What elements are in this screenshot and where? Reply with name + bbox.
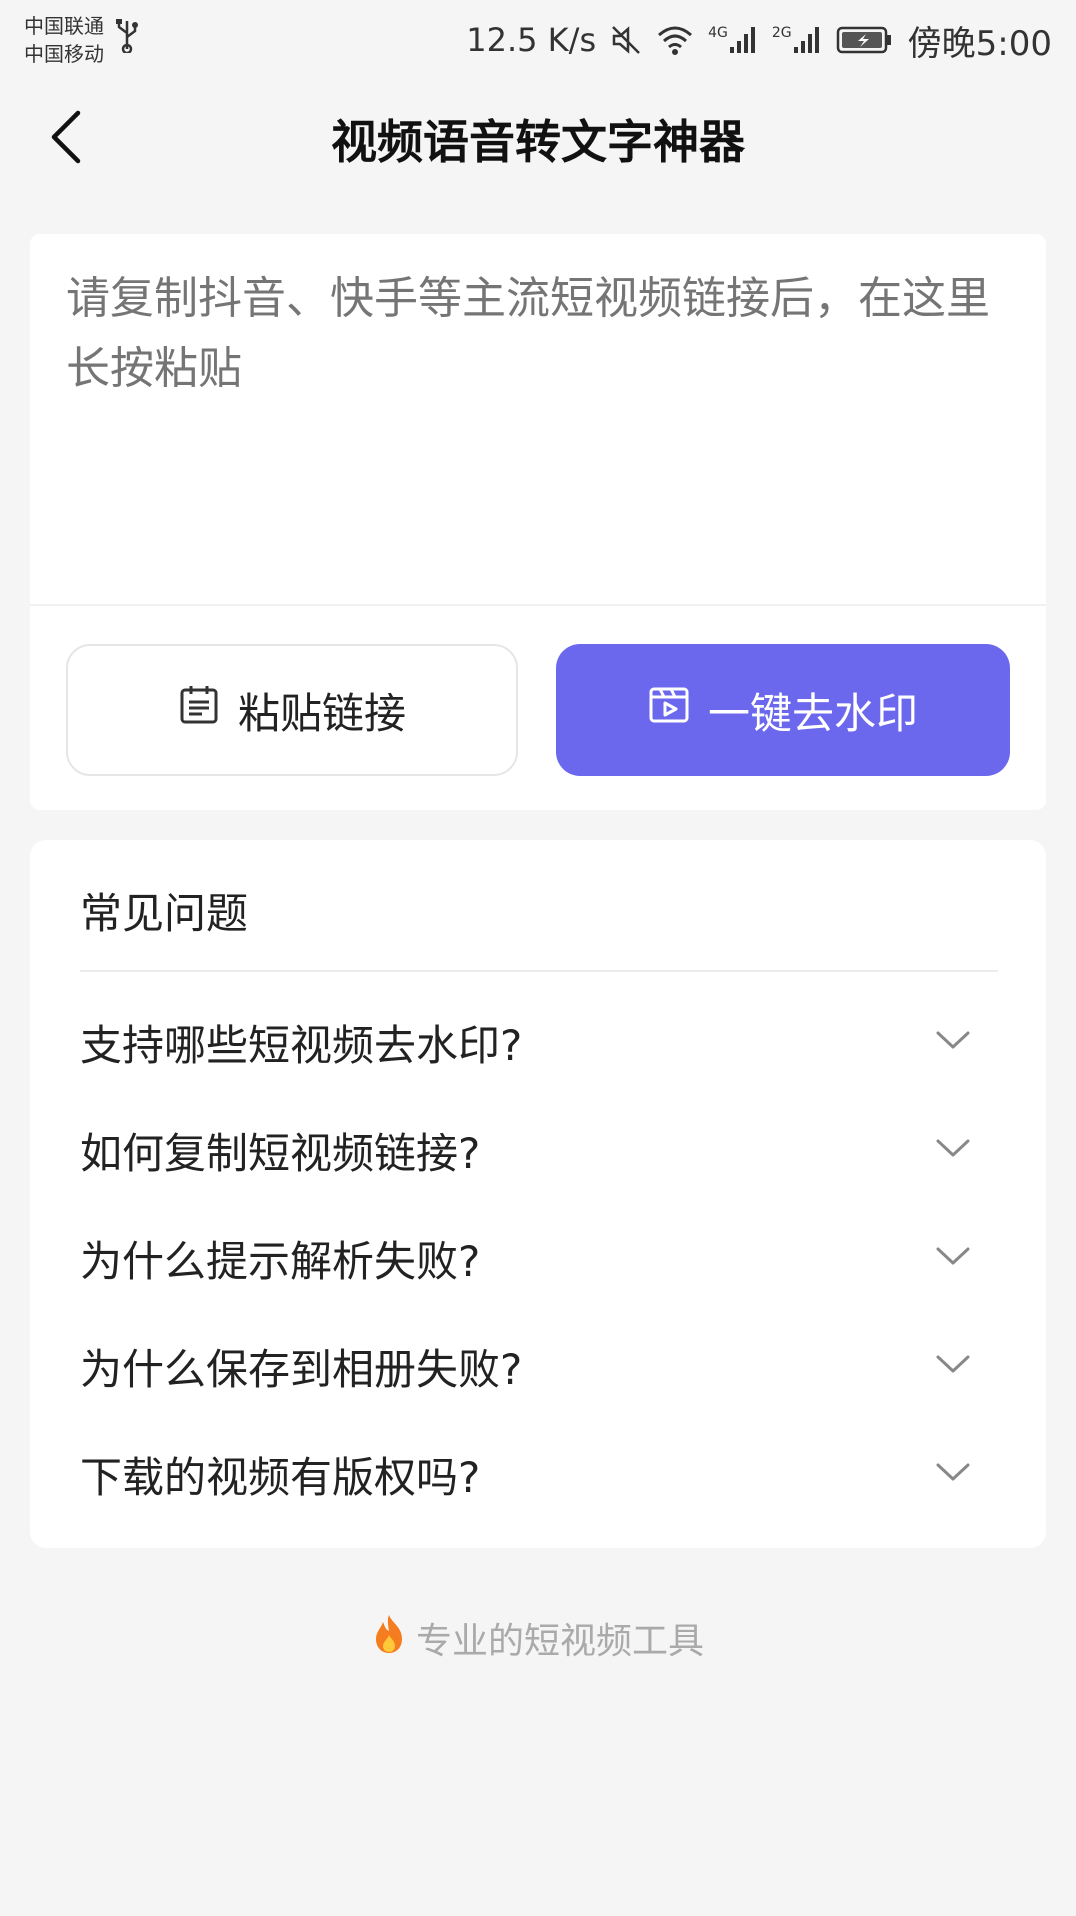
faq-divider	[80, 970, 998, 972]
chevron-down-icon	[936, 1246, 970, 1270]
signal-4g-icon: 4G	[708, 25, 758, 55]
remove-watermark-button[interactable]: 一键去水印	[556, 644, 1010, 776]
faq-question: 支持哪些短视频去水印?	[80, 1020, 523, 1070]
faq-question: 为什么提示解析失败?	[80, 1236, 481, 1286]
status-time: 傍晚5:00	[907, 23, 1052, 64]
mute-icon	[610, 24, 642, 56]
paste-link-label: 粘贴链接	[237, 688, 406, 738]
wifi-icon	[656, 24, 694, 56]
faq-question: 为什么保存到相册失败?	[80, 1344, 523, 1394]
remove-watermark-label: 一键去水印	[707, 688, 918, 738]
net-type-2g: 2G	[771, 25, 792, 41]
net-type-4g: 4G	[708, 25, 728, 41]
status-right-group: 12.5 K/s 4G 2G 傍晚5:00	[466, 16, 1052, 65]
net-speed: 12.5 K/s	[466, 21, 597, 59]
video-icon	[648, 684, 690, 736]
faq-item[interactable]: 为什么提示解析失败?	[80, 1208, 998, 1308]
page-title: 视频语音转文字神器	[331, 115, 745, 169]
clipboard-icon	[178, 684, 220, 736]
status-bar: 中国联通 中国移动 12.5 K/s 4G 2G 傍晚5:00	[0, 0, 1076, 80]
chevron-down-icon	[936, 1030, 970, 1054]
nav-bar: 视频语音转文字神器	[0, 80, 1076, 198]
faq-question: 如何复制短视频链接?	[80, 1128, 481, 1178]
chevron-down-icon	[936, 1354, 970, 1378]
faq-card: 常见问题 支持哪些短视频去水印? 如何复制短视频链接? 为什么提示解析失败? 为…	[30, 840, 1046, 1548]
faq-heading: 常见问题	[80, 889, 249, 938]
signal-2g-icon: 2G	[772, 25, 822, 55]
link-input[interactable]	[66, 264, 1010, 594]
usb-icon	[116, 19, 138, 61]
carrier-group: 中国联通 中国移动	[24, 12, 138, 68]
carrier-2: 中国移动	[24, 42, 104, 66]
faq-item[interactable]: 为什么保存到相册失败?	[80, 1316, 998, 1416]
chevron-down-icon	[936, 1138, 970, 1162]
chevron-left-icon	[48, 109, 84, 169]
link-input-card: 粘贴链接 一键去水印	[30, 234, 1046, 810]
footer-text: 专业的短视频工具	[415, 1621, 704, 1662]
footer: 专业的短视频工具	[0, 1608, 1076, 1668]
battery-icon	[836, 25, 894, 55]
back-button[interactable]	[36, 106, 96, 172]
faq-item[interactable]: 下载的视频有版权吗?	[80, 1424, 998, 1524]
fire-icon	[372, 1613, 406, 1664]
divider	[30, 604, 1046, 606]
faq-item[interactable]: 如何复制短视频链接?	[80, 1100, 998, 1200]
carrier-list: 中国联通 中国移动	[24, 12, 104, 68]
chevron-down-icon	[936, 1462, 970, 1486]
paste-link-button[interactable]: 粘贴链接	[66, 644, 518, 776]
faq-item[interactable]: 支持哪些短视频去水印?	[80, 992, 998, 1092]
faq-question: 下载的视频有版权吗?	[80, 1452, 481, 1502]
carrier-1: 中国联通	[24, 14, 104, 38]
